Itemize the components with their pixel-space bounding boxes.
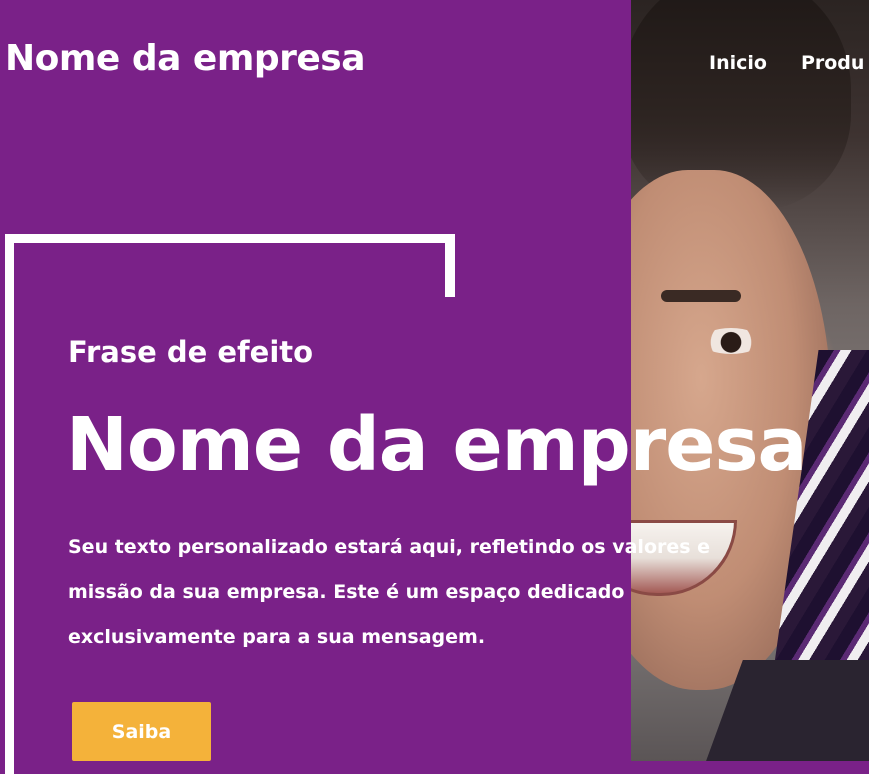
main-nav: Inicio Produ xyxy=(709,52,864,74)
hero-title: Nome da empresa xyxy=(66,402,807,488)
nav-item-inicio[interactable]: Inicio xyxy=(709,52,767,74)
decorative-frame-left xyxy=(5,234,14,774)
photo-eye xyxy=(701,328,761,354)
nav-item-produtos[interactable]: Produ xyxy=(801,52,864,74)
saiba-mais-button[interactable]: Saiba xyxy=(72,702,211,761)
hero-description-line: exclusivamente para a sua mensagem. xyxy=(68,626,486,648)
hero-tagline: Frase de efeito xyxy=(68,335,314,369)
hero-description-line: Seu texto personalizado estará aqui, ref… xyxy=(68,536,711,558)
hero-description-line: missão da sua empresa. Este é um espaço … xyxy=(68,581,625,603)
decorative-frame-top xyxy=(5,234,455,243)
photo-brow xyxy=(661,290,741,302)
hero-description: Seu texto personalizado estará aqui, ref… xyxy=(68,525,748,660)
brand-logo-text[interactable]: Nome da empresa xyxy=(5,38,366,79)
decorative-frame-right xyxy=(445,234,455,297)
